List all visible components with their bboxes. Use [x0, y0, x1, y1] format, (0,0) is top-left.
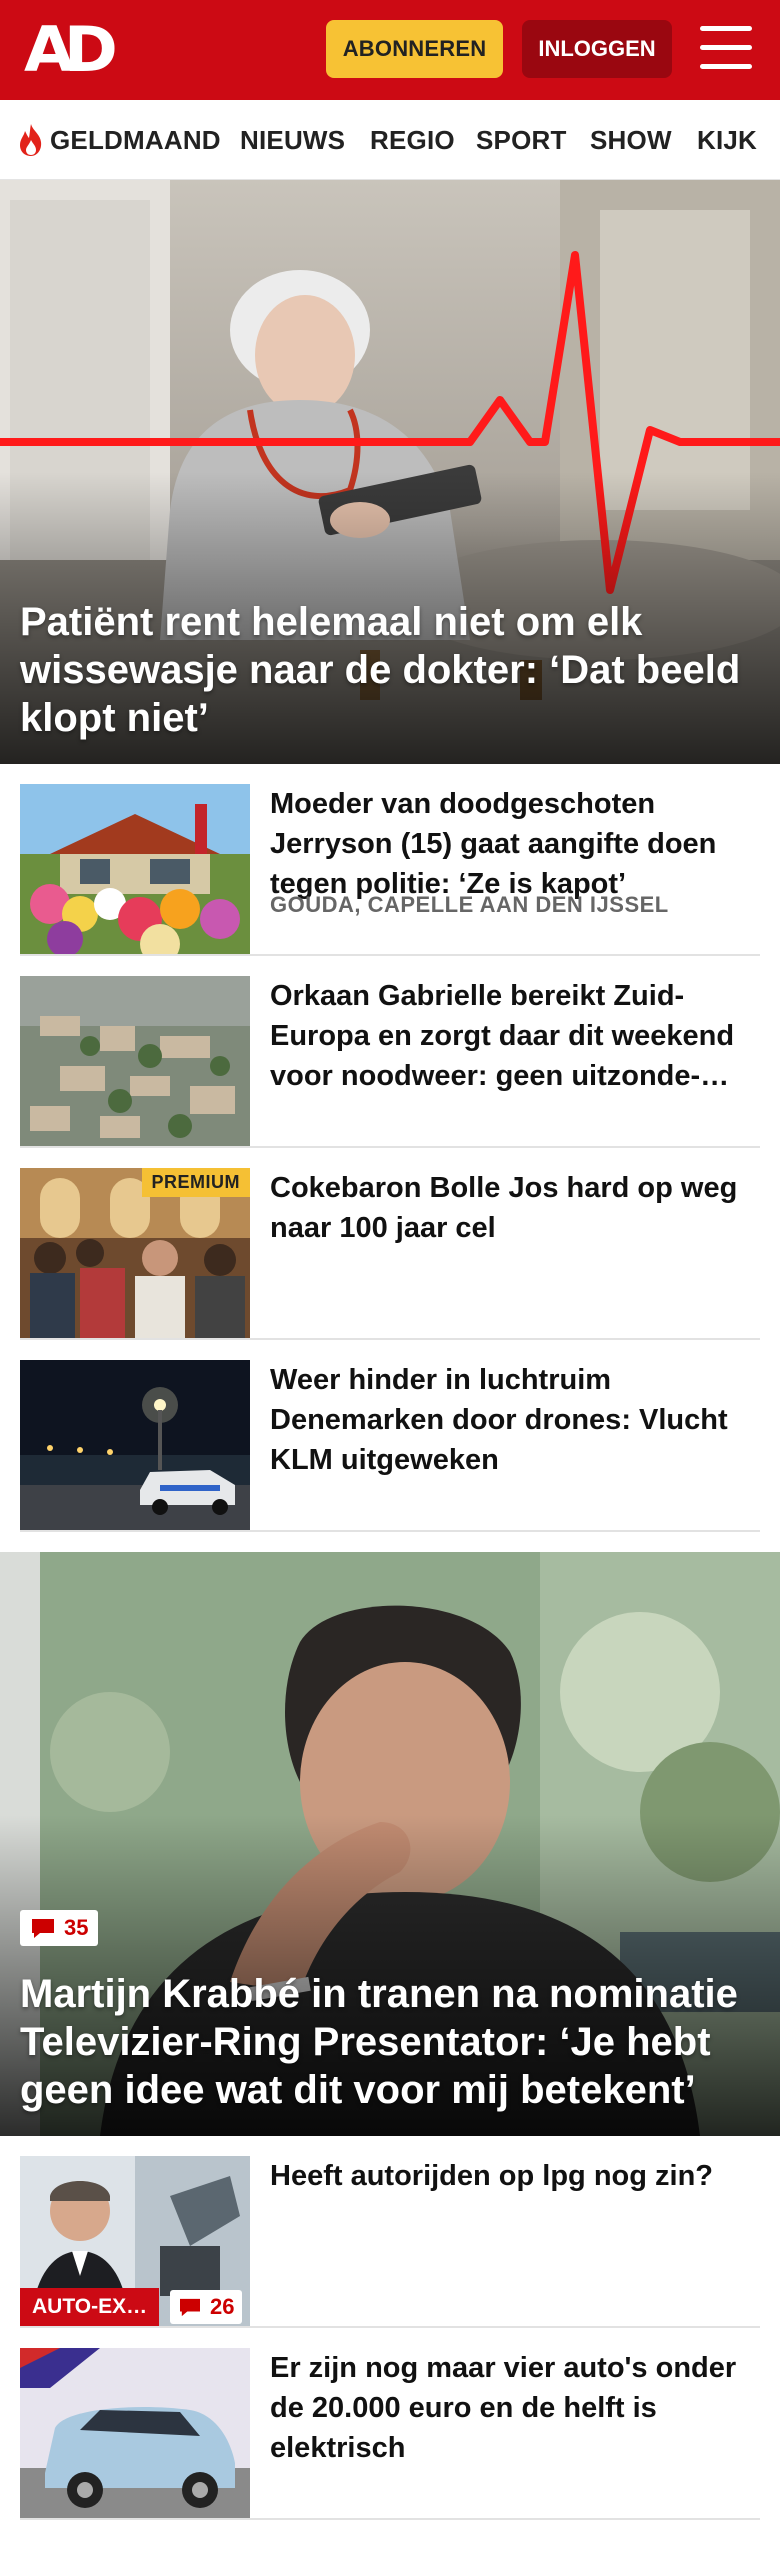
nav-item-nieuws[interactable]: NIEUWS	[240, 100, 345, 179]
divider	[20, 2518, 760, 2520]
hero-article-krabbe[interactable]: 35 Martijn Krabbé in tranen na nominatie…	[0, 1552, 780, 2136]
section-navigation: GELDMAAND NIEUWS REGIO SPORT SHOW KIJK	[0, 100, 780, 180]
list-item-cokebaron[interactable]: PREMIUM Cokebaron Bolle Jos hard op weg …	[20, 1148, 760, 1340]
nav-item-kijk[interactable]: KIJK	[697, 100, 757, 179]
hamburger-icon[interactable]	[700, 26, 752, 70]
comment-count-badge[interactable]: 26	[170, 2290, 243, 2324]
nav-item-show[interactable]: SHOW	[590, 100, 672, 179]
nav-item-geldmaand[interactable]: GELDMAAND	[16, 100, 221, 179]
list-item-orkaan[interactable]: Orkaan Gabrielle bereikt Zuid-Europa en …	[20, 956, 760, 1148]
auto-expert-tag: AUTO-EX…	[20, 2288, 160, 2326]
nav-item-regio[interactable]: REGIO	[370, 100, 455, 179]
article-location: GOUDA, CAPELLE AAN DEN IJSSEL	[270, 892, 669, 917]
comment-icon	[32, 1919, 54, 1938]
tag-label: AUTO-EX…	[32, 2295, 148, 2318]
hero-title[interactable]: Martijn Krabbé in tranen na nominatie Te…	[20, 1970, 756, 2114]
thumbnail-image: AUTO-EX… 26	[20, 2156, 250, 2326]
article-title[interactable]: Moeder van doodgeschoten Jerryson (15) g…	[270, 784, 760, 904]
thumbnail-image	[20, 1360, 250, 1530]
list-item-drones[interactable]: Weer hinder in luchtruim Denemarken door…	[20, 1340, 760, 1532]
hero-article-patient[interactable]: Patiënt rent helemaal niet om elk wissew…	[0, 180, 780, 764]
ad-logo[interactable]: AD	[24, 19, 118, 81]
comment-count: 35	[64, 1915, 89, 1940]
nav-item-sport[interactable]: SPORT	[476, 100, 567, 179]
list-item-lpg[interactable]: AUTO-EX… 26 Heeft autorijden op lpg nog …	[20, 2136, 760, 2328]
hero-title[interactable]: Patiënt rent helemaal niet om elk wissew…	[20, 598, 756, 742]
divider	[20, 1530, 760, 1532]
article-title[interactable]: Er zijn nog maar vier auto's onder de 20…	[270, 2348, 760, 2468]
comment-count-badge[interactable]: 35	[20, 1910, 99, 1946]
list-item-moeder[interactable]: Moeder van doodgeschoten Jerryson (15) g…	[20, 764, 760, 956]
list-item-goedkope-autos[interactable]: Er zijn nog maar vier auto's onder de 20…	[20, 2328, 760, 2520]
login-button[interactable]: INLOGGEN	[522, 20, 672, 78]
thumbnail-image	[20, 784, 250, 954]
thumbnail-image	[20, 976, 250, 1146]
article-title[interactable]: Weer hinder in luchtruim Denemarken door…	[270, 1360, 760, 1480]
article-title[interactable]: Cokebaron Bolle Jos hard op weg naar 100…	[270, 1168, 760, 1248]
comment-icon	[180, 2298, 200, 2317]
subscribe-button[interactable]: ABONNEREN	[326, 20, 503, 78]
article-title[interactable]: Orkaan Gabrielle bereikt Zuid-Europa en …	[270, 976, 760, 1096]
article-title[interactable]: Heeft autorijden op lpg nog zin?	[270, 2156, 760, 2196]
top-header-bar: AD ABONNEREN INLOGGEN	[0, 0, 780, 100]
premium-badge: PREMIUM	[141, 1168, 250, 1197]
comment-count: 26	[210, 2294, 235, 2319]
flame-icon	[20, 124, 42, 156]
nav-label: GELDMAAND	[50, 124, 221, 155]
thumbnail-image	[20, 2348, 250, 2518]
thumbnail-image: PREMIUM	[20, 1168, 250, 1338]
